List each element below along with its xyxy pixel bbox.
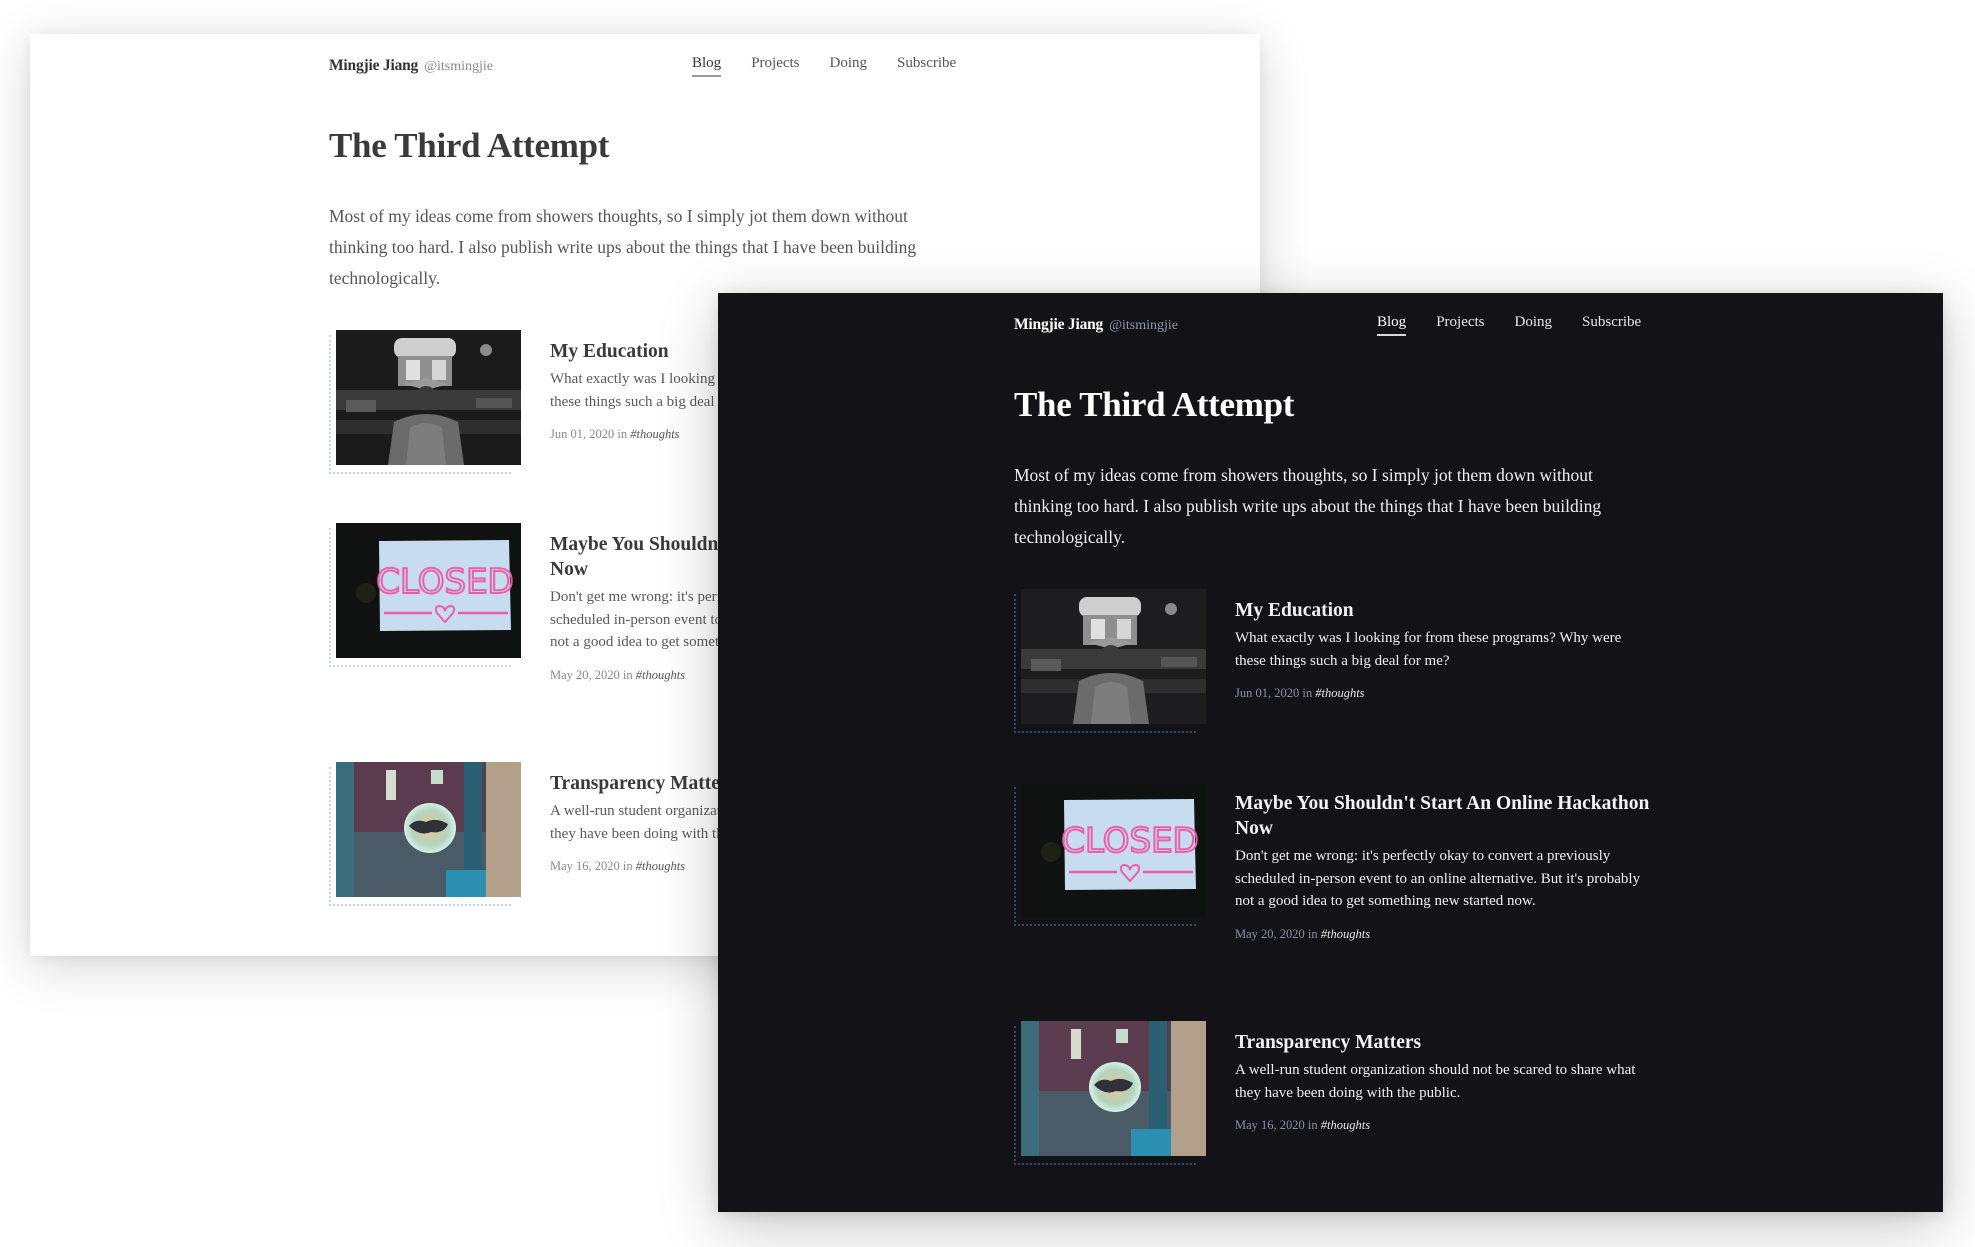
post-in-label: in bbox=[622, 859, 633, 873]
nav-doing[interactable]: Doing bbox=[830, 55, 868, 77]
post-meta: Jun 01, 2020 in #thoughts bbox=[1235, 686, 1655, 701]
post-title[interactable]: My Education bbox=[1235, 598, 1655, 623]
post-in-label: in bbox=[617, 427, 628, 441]
nav-doing[interactable]: Doing bbox=[1515, 314, 1553, 336]
closed-sign-text: CLOSED bbox=[1061, 821, 1198, 861]
post-tag[interactable]: #thoughts bbox=[1315, 686, 1364, 700]
post-title[interactable]: Maybe You Shouldn't Start An Online Hack… bbox=[1235, 791, 1655, 841]
graduation-image[interactable] bbox=[336, 330, 521, 465]
post-title[interactable]: Transparency Matters bbox=[1235, 1030, 1655, 1055]
post-excerpt: A well-run student organization should n… bbox=[1235, 1062, 1636, 1101]
post-tag[interactable]: #thoughts bbox=[636, 668, 685, 682]
post-in-label: in bbox=[1307, 1118, 1318, 1132]
post-date: Jun 01, 2020 bbox=[1235, 686, 1300, 700]
nav-subscribe[interactable]: Subscribe bbox=[1582, 314, 1641, 336]
brand[interactable]: Mingjie Jiang @itsmingjie bbox=[1014, 314, 1178, 334]
nav-menu: Blog Projects Doing Subscribe bbox=[1377, 314, 1671, 336]
nav-projects[interactable]: Projects bbox=[751, 55, 799, 77]
post-thumbnail[interactable] bbox=[1014, 1021, 1206, 1165]
navbar: Mingjie Jiang @itsmingjie Blog Projects D… bbox=[1014, 308, 1654, 348]
post-date: May 16, 2020 bbox=[1235, 1118, 1305, 1132]
brand[interactable]: Mingjie Jiang @itsmingjie bbox=[329, 55, 493, 75]
nav-blog[interactable]: Blog bbox=[1377, 314, 1407, 336]
post-tag[interactable]: #thoughts bbox=[1321, 1118, 1370, 1132]
post-thumbnail[interactable] bbox=[329, 330, 521, 474]
graduation-image[interactable] bbox=[1021, 589, 1206, 724]
intro-paragraph: Most of my ideas come from showers thoug… bbox=[1014, 465, 1602, 547]
brand-handle[interactable]: @itsmingjie bbox=[424, 59, 493, 74]
nav-projects[interactable]: Projects bbox=[1436, 314, 1484, 336]
post-tag[interactable]: #thoughts bbox=[1321, 927, 1370, 941]
post-in-label: in bbox=[622, 667, 633, 682]
dark-theme-window: Mingjie Jiang @itsmingjie Blog Projects D… bbox=[718, 293, 1943, 1212]
post-meta: May 16, 2020 in #thoughts bbox=[1235, 1118, 1655, 1133]
post-meta: May 20, 2020 in #thoughts bbox=[1235, 927, 1655, 942]
post-in-label: in bbox=[1307, 926, 1318, 941]
nav-menu: Blog Projects Doing Subscribe bbox=[692, 55, 986, 77]
post-in-label: in bbox=[1302, 686, 1313, 700]
closed-sign-image[interactable]: CLOSED bbox=[336, 523, 521, 658]
brand-name[interactable]: Mingjie Jiang bbox=[329, 57, 418, 74]
post-thumbnail[interactable] bbox=[1014, 589, 1206, 733]
post-date: May 16, 2020 bbox=[550, 859, 620, 873]
nav-blog[interactable]: Blog bbox=[692, 55, 722, 77]
post-thumbnail[interactable]: CLOSED bbox=[329, 523, 521, 667]
post-date: May 20, 2020 bbox=[1235, 926, 1305, 941]
brand-handle[interactable]: @itsmingjie bbox=[1109, 318, 1178, 333]
post-text: Transparency Matters A well-run student … bbox=[1235, 1030, 1655, 1133]
post-excerpt: Don't get me wrong: it's perfectly okay … bbox=[1235, 848, 1641, 909]
post-thumbnail[interactable]: CLOSED bbox=[1014, 782, 1206, 926]
bubble-image[interactable] bbox=[1021, 1021, 1206, 1156]
post-excerpt: What exactly was I looking for from thes… bbox=[1235, 630, 1622, 669]
post-thumbnail[interactable] bbox=[329, 762, 521, 906]
post-date: Jun 01, 2020 bbox=[550, 427, 615, 441]
navbar: Mingjie Jiang @itsmingjie Blog Projects D… bbox=[329, 49, 969, 89]
post-text: Maybe You Shouldn't Start An Online Hack… bbox=[1235, 791, 1655, 942]
post-date: May 20, 2020 bbox=[550, 667, 620, 682]
nav-subscribe[interactable]: Subscribe bbox=[897, 55, 956, 77]
page-title: The Third Attempt bbox=[329, 126, 610, 165]
post-tag[interactable]: #thoughts bbox=[636, 859, 685, 873]
brand-name[interactable]: Mingjie Jiang bbox=[1014, 316, 1103, 333]
closed-sign-text: CLOSED bbox=[376, 562, 513, 602]
page-title: The Third Attempt bbox=[1014, 385, 1295, 424]
post-tag[interactable]: #thoughts bbox=[630, 427, 679, 441]
intro-paragraph: Most of my ideas come from showers thoug… bbox=[329, 206, 917, 288]
bubble-image[interactable] bbox=[336, 762, 521, 897]
closed-sign-image[interactable]: CLOSED bbox=[1021, 782, 1206, 917]
post-text: My Education What exactly was I looking … bbox=[1235, 598, 1655, 701]
